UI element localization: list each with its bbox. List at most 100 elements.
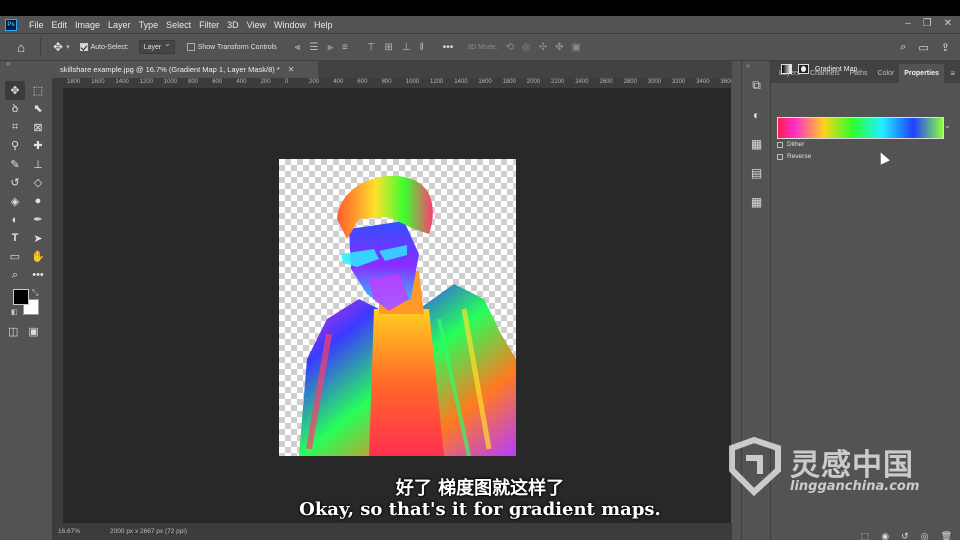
dodge-tool-icon[interactable]: ◐ (5, 211, 25, 230)
stamp-tool-icon[interactable]: ⊥ (28, 155, 48, 174)
move-tool-icon[interactable]: ✥ (53, 40, 63, 54)
quick-select-tool-icon[interactable]: ⬉ (28, 100, 48, 119)
foreground-color-swatch[interactable] (13, 288, 29, 305)
blur-tool-icon[interactable]: ● (28, 192, 48, 211)
brush-tool-icon[interactable]: ✎ (5, 155, 25, 174)
menu-select[interactable]: Select (162, 20, 195, 30)
menu-edit[interactable]: Edit (48, 20, 72, 30)
checkbox-unchecked-icon[interactable] (186, 43, 195, 51)
type-tool-icon[interactable]: T (5, 229, 25, 248)
tab-color[interactable]: Color (873, 70, 900, 83)
share-icon[interactable]: ⇪ (941, 41, 950, 54)
menu-window[interactable]: Window (270, 20, 310, 30)
distribute-v-icon[interactable]: ‖ (420, 42, 424, 53)
delete-icon[interactable]: 🗑 (941, 532, 952, 540)
zoom-tool-icon[interactable]: ⌕ (5, 266, 25, 285)
crop-tool-icon[interactable]: ⌗ (5, 118, 25, 137)
menu-image[interactable]: Image (71, 20, 104, 30)
document-tab[interactable]: skillshare example.jpg @ 16.7% (Gradient… (52, 61, 318, 78)
default-colors-icon[interactable]: ◧ (11, 308, 18, 316)
gradient-preview[interactable] (777, 117, 944, 139)
more-options-icon[interactable]: ••• (443, 42, 454, 53)
reverse-checkbox[interactable]: Reverse (777, 153, 811, 160)
auto-select-target-dropdown[interactable]: Layer (138, 39, 175, 54)
document-image[interactable] (279, 159, 516, 456)
panel-collapse-icon[interactable]: « (742, 61, 770, 71)
home-icon[interactable]: ⌂ (10, 36, 32, 58)
roll-3d-icon[interactable]: ◎ (522, 42, 531, 53)
horizontal-ruler[interactable]: 1800 1600 1400 1200 1000 800 600 400 200 0 200 400 6… (63, 78, 731, 89)
rectangle-tool-icon[interactable]: ▭ (5, 248, 25, 267)
menu-file[interactable]: File (25, 20, 48, 30)
canvas-area[interactable] (63, 89, 731, 538)
menu-view[interactable]: View (243, 20, 270, 30)
pan-3d-icon[interactable]: ✣ (539, 42, 547, 53)
align-top-icon[interactable]: ⊤ (367, 42, 376, 53)
minimize-icon[interactable]: – (905, 18, 911, 29)
ruler-tick-label: 2400 (575, 79, 589, 85)
menu-layer[interactable]: Layer (104, 20, 135, 30)
options-bar-right: ⌕ ▭ ⇪ (900, 41, 950, 54)
align-left-icon[interactable]: ⫷ (295, 42, 301, 53)
auto-select-checkbox[interactable]: Auto-Select: (79, 43, 129, 51)
ruler-origin[interactable] (52, 78, 63, 89)
vertical-ruler[interactable] (52, 89, 63, 538)
move-tool-icon[interactable]: ✥ (5, 81, 25, 100)
checkbox-checked-icon[interactable] (79, 43, 88, 51)
paint-bucket-tool-icon[interactable]: ◈ (5, 192, 25, 211)
checkbox-unchecked-icon[interactable] (777, 141, 783, 148)
search-icon[interactable]: ⌕ (900, 41, 906, 54)
marquee-tool-icon[interactable]: ⬚ (28, 81, 48, 100)
checkbox-unchecked-icon[interactable] (777, 153, 783, 160)
quick-mask-icon[interactable]: ◫ (8, 325, 18, 338)
slide-3d-icon[interactable]: ✤ (555, 42, 563, 53)
menu-type[interactable]: Type (135, 20, 163, 30)
swatches-panel-icon[interactable]: ▦ (742, 187, 771, 216)
align-center-h-icon[interactable]: ☰ (309, 42, 318, 53)
chevron-down-icon[interactable]: ⌄ (944, 121, 951, 130)
clip-to-layer-icon[interactable]: ⬚ (861, 532, 870, 540)
layer-mask-icon[interactable] (798, 64, 809, 74)
menu-help[interactable]: Help (310, 20, 337, 30)
document-info[interactable]: 2000 px x 2667 px (72 ppi) (110, 528, 187, 535)
distribute-h-icon[interactable]: ≡ (342, 42, 348, 53)
pen-tool-icon[interactable]: ✒ (28, 211, 48, 230)
eyedropper-tool-icon[interactable]: ⚲ (5, 137, 25, 156)
path-select-tool-icon[interactable]: ➤ (28, 229, 48, 248)
swap-colors-icon[interactable]: ⤡ (32, 288, 38, 298)
show-transform-controls-checkbox[interactable]: Show Transform Controls (186, 43, 277, 51)
view-previous-state-icon[interactable]: ◉ (881, 532, 889, 540)
healing-brush-tool-icon[interactable]: ✚ (28, 137, 48, 156)
panel-menu-icon[interactable]: ≡ (950, 69, 955, 78)
close-icon[interactable]: ✕ (944, 18, 952, 29)
lasso-tool-icon[interactable]: ꝺ (5, 100, 25, 119)
align-middle-v-icon[interactable]: ⊞ (385, 42, 393, 53)
history-brush-tool-icon[interactable]: ↺ (5, 174, 25, 193)
scale-3d-icon[interactable]: ▣ (572, 42, 581, 53)
tab-properties[interactable]: Properties (899, 64, 944, 83)
reset-icon[interactable]: ↺ (901, 532, 909, 540)
chevron-down-icon[interactable]: ▾ (66, 43, 70, 51)
dither-checkbox[interactable]: Dither (777, 141, 804, 148)
align-bottom-icon[interactable]: ⊥ (402, 42, 411, 53)
zoom-level[interactable]: 16.67% (58, 528, 80, 535)
gradients-panel-icon[interactable]: ▤ (742, 158, 771, 187)
panel-collapse-icon[interactable]: « (6, 59, 10, 68)
learn-panel-icon[interactable]: ⧉ (742, 71, 771, 100)
show-transform-controls-label: Show Transform Controls (197, 43, 277, 51)
orbit-3d-icon[interactable]: ⟲ (506, 42, 514, 53)
workspace-icon[interactable]: ▭ (918, 41, 928, 54)
menu-3d[interactable]: 3D (223, 20, 243, 30)
libraries-panel-icon[interactable]: ▦ (742, 129, 771, 158)
visibility-icon[interactable]: ◎ (921, 532, 929, 540)
hand-tool-icon[interactable]: ✋ (28, 248, 48, 267)
screen-mode-icon[interactable]: ▣ (28, 325, 38, 338)
adjustments-panel-icon[interactable]: ◐ (742, 100, 771, 129)
edit-toolbar-icon[interactable]: ••• (28, 266, 48, 285)
close-tab-icon[interactable]: ✕ (288, 65, 295, 74)
eraser-tool-icon[interactable]: ◇ (28, 174, 48, 193)
align-right-icon[interactable]: ⫸ (327, 42, 333, 53)
frame-tool-icon[interactable]: ⊠ (28, 118, 48, 137)
menu-filter[interactable]: Filter (195, 20, 223, 30)
restore-icon[interactable]: ❐ (923, 18, 932, 29)
